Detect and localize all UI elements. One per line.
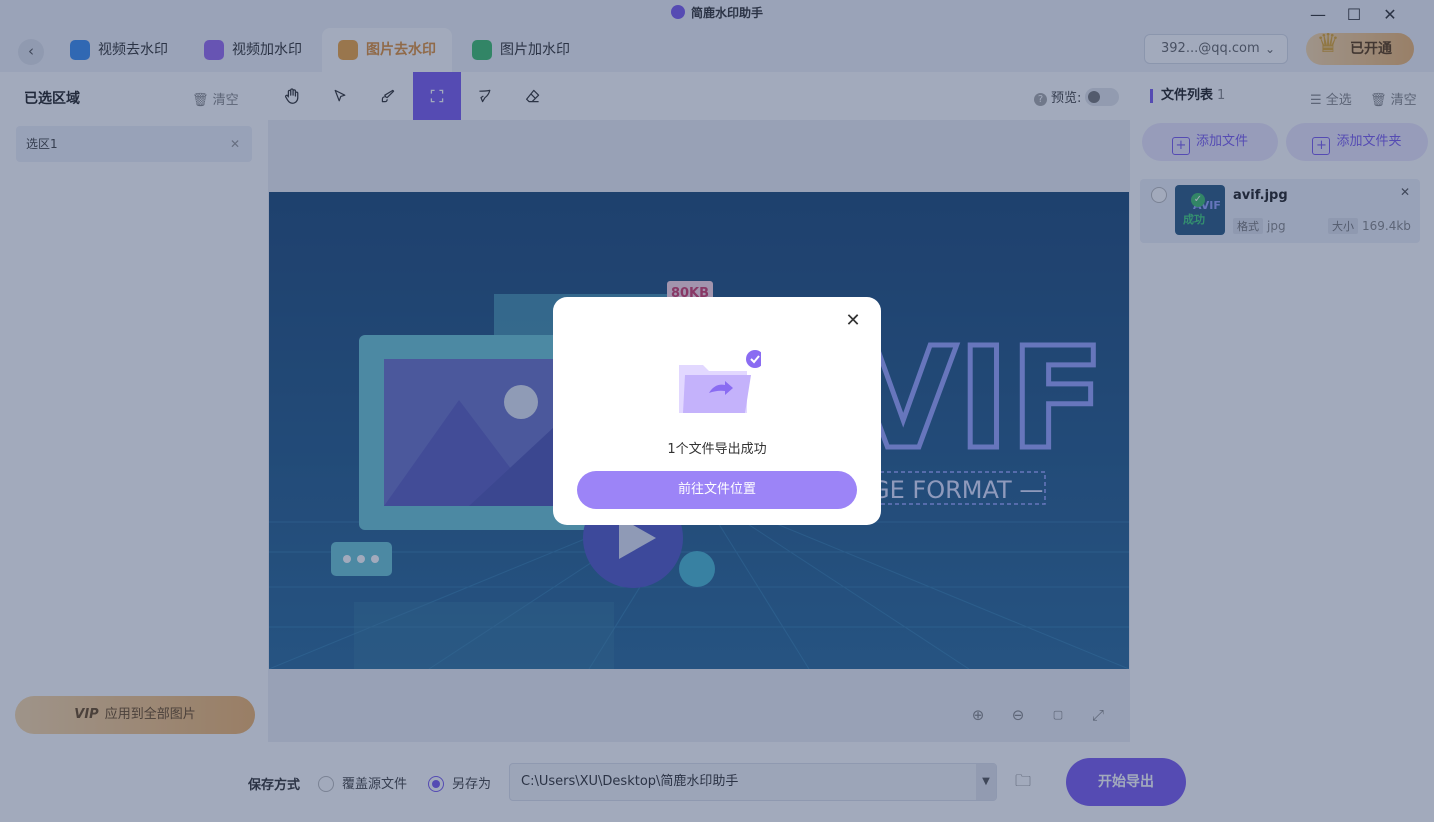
folder-success-icon	[679, 350, 761, 413]
open-file-location-button[interactable]: 前往文件位置	[577, 471, 857, 509]
export-success-dialog: ✕ 1个文件导出成功 前往文件位置	[553, 297, 881, 525]
export-success-message: 1个文件导出成功	[667, 442, 767, 457]
close-icon: ✕	[845, 310, 861, 331]
close-dialog-button[interactable]: ✕	[843, 311, 863, 331]
